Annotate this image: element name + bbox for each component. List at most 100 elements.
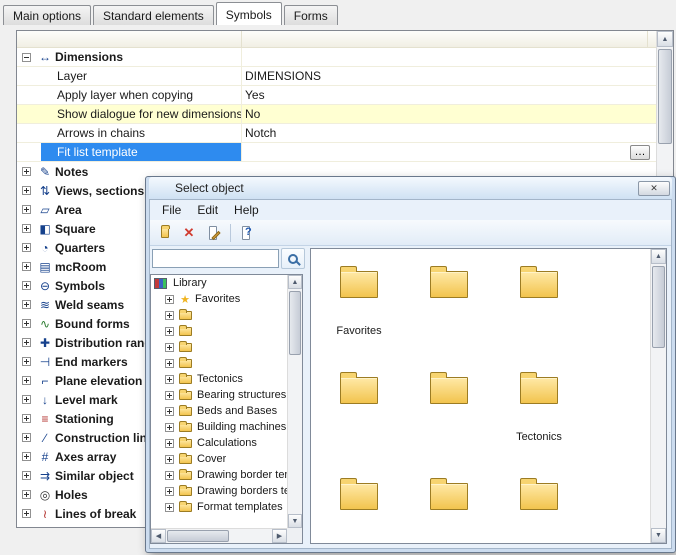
scroll-thumb[interactable]: [652, 266, 665, 348]
scroll-thumb[interactable]: [167, 530, 229, 542]
dialog-titlebar[interactable]: Select object ✕: [149, 177, 672, 199]
expand-icon[interactable]: [22, 471, 31, 480]
tree-vertical-scrollbar[interactable]: ▲ ▼: [287, 275, 302, 528]
expand-icon[interactable]: [22, 205, 31, 214]
scroll-right-icon[interactable]: ▶: [272, 529, 287, 543]
expand-icon[interactable]: [22, 376, 31, 385]
scroll-left-icon[interactable]: ◀: [151, 529, 166, 543]
expand-icon[interactable]: [165, 503, 174, 512]
library-item-bearing-structures[interactable]: Bearing structures: [151, 387, 287, 403]
expand-icon[interactable]: [22, 186, 31, 195]
scroll-up-icon[interactable]: ▲: [651, 249, 666, 264]
expand-icon[interactable]: [165, 295, 174, 304]
expand-icon[interactable]: [22, 509, 31, 518]
library-item-building-machines[interactable]: Building machines: [151, 419, 287, 435]
expand-icon[interactable]: [22, 319, 31, 328]
expand-icon[interactable]: [22, 224, 31, 233]
expand-icon[interactable]: [22, 433, 31, 442]
property-value[interactable]: Notch: [245, 126, 654, 140]
collapse-icon[interactable]: [22, 53, 31, 62]
menu-edit[interactable]: Edit: [189, 201, 226, 219]
expand-icon[interactable]: [165, 455, 174, 464]
property-row-layer[interactable]: LayerDIMENSIONS: [17, 67, 656, 86]
grid-folder-unnamed[interactable]: [317, 371, 401, 471]
expand-icon[interactable]: [22, 357, 31, 366]
grid-folder-unnamed[interactable]: [407, 265, 491, 365]
property-row-apply-layer-when-copying[interactable]: Apply layer when copyingYes: [17, 86, 656, 105]
tab-symbols[interactable]: Symbols: [216, 2, 282, 25]
expand-icon[interactable]: [22, 281, 31, 290]
grid-folder-unnamed[interactable]: [317, 477, 401, 544]
scroll-up-icon[interactable]: ▲: [657, 31, 673, 47]
grid-folder-favorites[interactable]: Favorites: [317, 265, 401, 365]
scroll-thumb[interactable]: [658, 49, 672, 144]
tree-horizontal-scrollbar[interactable]: ◀ ▶: [151, 528, 287, 543]
library-item-cover[interactable]: Cover: [151, 451, 287, 467]
grid-folder-unnamed[interactable]: [497, 265, 581, 365]
expand-icon[interactable]: [165, 343, 174, 352]
expand-icon[interactable]: [165, 407, 174, 416]
expand-icon[interactable]: [165, 359, 174, 368]
property-row-arrows-in-chains[interactable]: Arrows in chainsNotch: [17, 124, 656, 143]
tree-node-dimensions[interactable]: ↔Dimensions: [17, 48, 656, 67]
menu-file[interactable]: File: [154, 201, 189, 219]
expand-icon[interactable]: [165, 391, 174, 400]
expand-icon[interactable]: [22, 452, 31, 461]
search-button[interactable]: [281, 248, 305, 269]
expand-icon[interactable]: [22, 414, 31, 423]
library-item-drawing-borders-templates[interactable]: Drawing borders templates: [151, 483, 287, 499]
tree-item-label: Holes: [55, 488, 88, 502]
library-item-format-templates[interactable]: Format templates: [151, 499, 287, 515]
property-value[interactable]: No: [245, 107, 654, 121]
library-item-beds-and-bases[interactable]: Beds and Bases: [151, 403, 287, 419]
menu-help[interactable]: Help: [226, 201, 267, 219]
expand-icon[interactable]: [22, 338, 31, 347]
browse-button[interactable]: …: [630, 145, 650, 160]
delete-button[interactable]: ✕: [178, 223, 200, 243]
expand-icon[interactable]: [165, 471, 174, 480]
expand-icon[interactable]: [165, 487, 174, 496]
grid-folder-unnamed[interactable]: [497, 477, 581, 544]
select-object-dialog: Select object ✕ FileEditHelp ✕? Library★…: [145, 176, 676, 553]
expand-icon[interactable]: [22, 243, 31, 252]
scroll-down-icon[interactable]: ▼: [288, 514, 302, 528]
property-value[interactable]: DIMENSIONS: [245, 69, 654, 83]
property-value[interactable]: Yes: [245, 88, 654, 102]
expand-icon[interactable]: [165, 423, 174, 432]
grid-folder-tectonics[interactable]: Tectonics: [497, 371, 581, 471]
library-item-drawing-border-templates[interactable]: Drawing border templates: [151, 467, 287, 483]
tab-forms[interactable]: Forms: [284, 5, 338, 25]
properties-button[interactable]: [202, 223, 224, 243]
library-item-folder[interactable]: [151, 323, 287, 339]
tab-main-options[interactable]: Main options: [3, 5, 91, 25]
grid-vertical-scrollbar[interactable]: ▲ ▼: [650, 249, 666, 543]
expand-icon[interactable]: [22, 395, 31, 404]
scroll-down-icon[interactable]: ▼: [651, 528, 666, 543]
expand-icon[interactable]: [22, 262, 31, 271]
library-item-folder[interactable]: [151, 339, 287, 355]
tab-standard-elements[interactable]: Standard elements: [93, 5, 214, 25]
grid-folder-unnamed[interactable]: [407, 371, 491, 471]
scroll-thumb[interactable]: [289, 291, 301, 355]
library-item-tectonics[interactable]: Tectonics: [151, 371, 287, 387]
expand-icon[interactable]: [165, 311, 174, 320]
close-button[interactable]: ✕: [638, 181, 670, 196]
grid-folder-unnamed[interactable]: [407, 477, 491, 544]
library-item-calculations[interactable]: Calculations: [151, 435, 287, 451]
library-root[interactable]: Library: [151, 275, 287, 291]
property-row-fit-list-template[interactable]: Fit list template…: [17, 143, 656, 162]
search-input[interactable]: [152, 249, 279, 268]
expand-icon[interactable]: [22, 167, 31, 176]
expand-icon[interactable]: [22, 300, 31, 309]
new-folder-button[interactable]: [154, 223, 176, 243]
scroll-up-icon[interactable]: ▲: [288, 275, 302, 289]
expand-icon[interactable]: [165, 327, 174, 336]
property-row-show-dialogue-for-new-dimensions[interactable]: Show dialogue for new dimensionsNo: [17, 105, 656, 124]
expand-icon[interactable]: [165, 375, 174, 384]
expand-icon[interactable]: [22, 490, 31, 499]
library-item-folder[interactable]: [151, 307, 287, 323]
library-item-favorites[interactable]: ★Favorites: [151, 291, 287, 307]
library-item-folder[interactable]: [151, 355, 287, 371]
help-button[interactable]: ?: [235, 223, 257, 243]
expand-icon[interactable]: [165, 439, 174, 448]
